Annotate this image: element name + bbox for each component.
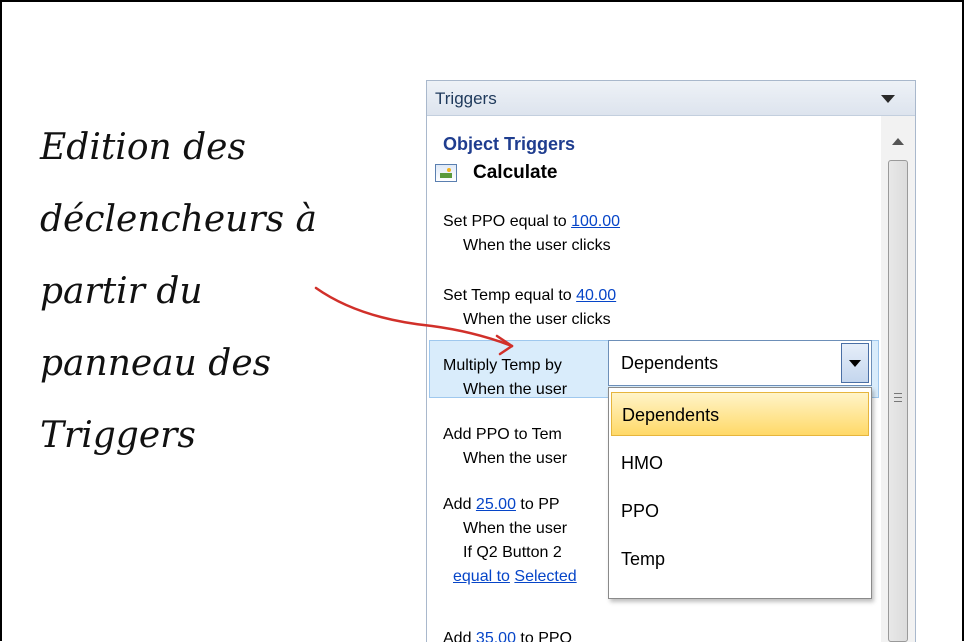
annotation-arrow bbox=[314, 286, 514, 356]
